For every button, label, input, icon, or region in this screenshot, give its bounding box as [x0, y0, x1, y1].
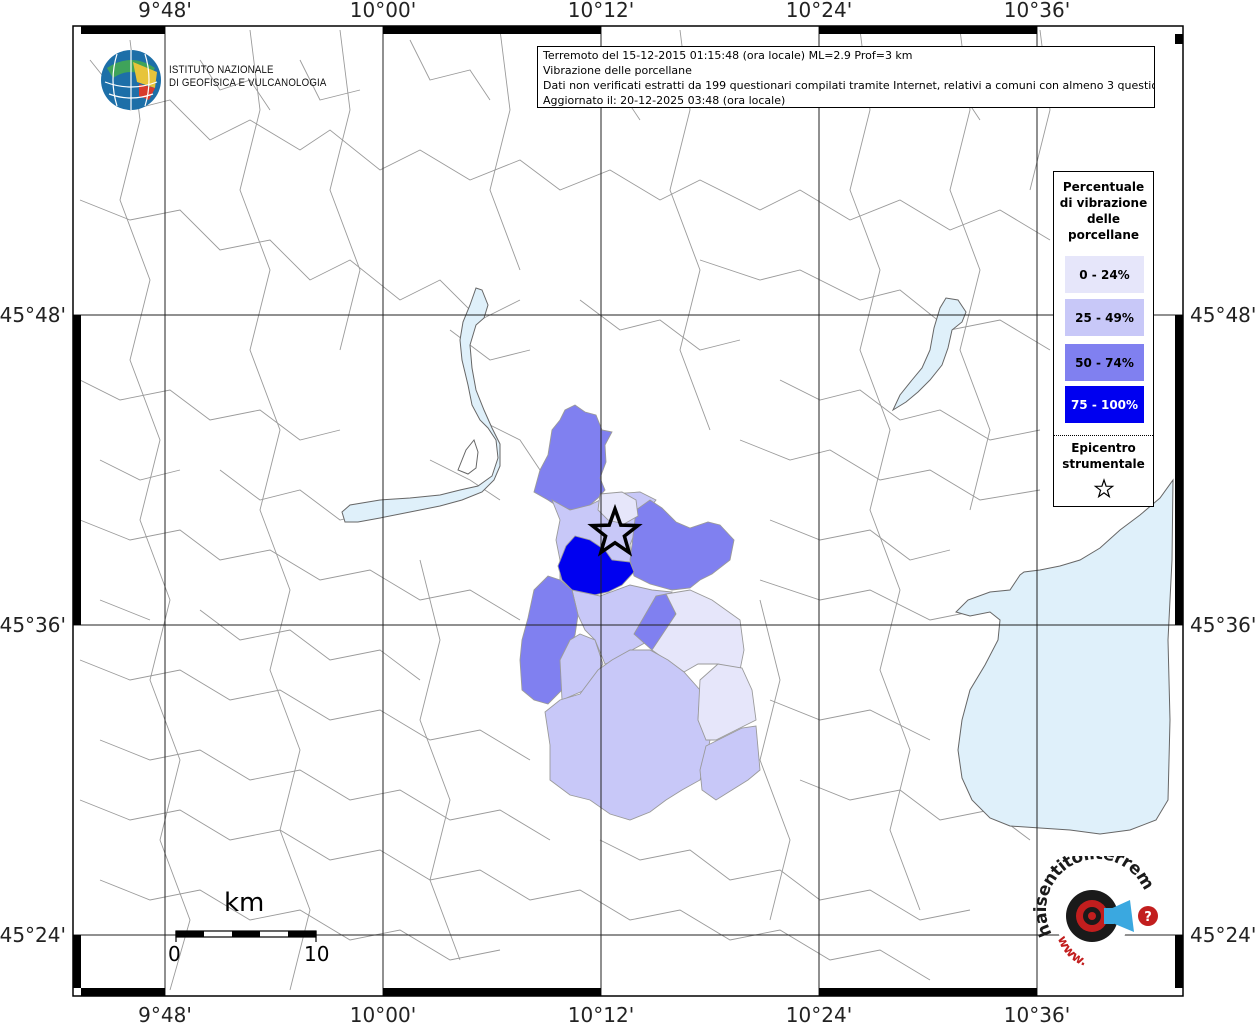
legend: Percentuale di vibrazione delle porcella…	[1053, 171, 1154, 507]
right-lat-label: 45°48'	[1190, 303, 1256, 327]
ingv-name-line: DI GEOFISICA E VULCANOLOGIA	[169, 77, 327, 89]
top-lon-labels: 9°48' 10°00' 10°12' 10°24' 10°36'	[138, 0, 1070, 22]
top-lon-label: 10°00'	[350, 0, 416, 22]
haisentito-logo-graphic: ? haisentitoilterremoto.it www.	[1024, 841, 1158, 970]
legend-class-75-100: 75 - 100%	[1065, 386, 1144, 423]
scale-start: 0	[168, 942, 181, 966]
legend-title-line: delle	[1086, 212, 1121, 226]
legend-title-line: Percentuale	[1062, 180, 1145, 194]
legend-title-line: di vibrazione	[1059, 196, 1148, 210]
event-parameter: Vibrazione delle porcellane	[543, 64, 692, 77]
bottom-lon-label: 9°48'	[138, 1003, 192, 1024]
scale-unit: km	[224, 888, 265, 918]
bottom-lon-label: 10°00'	[350, 1003, 416, 1024]
event-info-box: Terremoto del 15-12-2015 01:15:48 (ora l…	[537, 46, 1155, 108]
left-lat-label: 45°48'	[0, 303, 66, 327]
legend-class-25-49: 25 - 49%	[1065, 299, 1144, 336]
right-lat-label: 45°24'	[1190, 923, 1256, 947]
bottom-lon-label: 10°24'	[786, 1003, 852, 1024]
ingv-name-line: ISTITUTO NAZIONALE	[169, 64, 274, 76]
haisentito-logo: ? haisentitoilterremoto.it www.	[1024, 841, 1170, 976]
left-lat-labels: 45°48' 45°36' 45°24'	[0, 303, 66, 947]
top-lon-label: 10°24'	[786, 0, 852, 22]
top-lon-label: 9°48'	[138, 0, 192, 22]
right-lat-labels: 45°48' 45°36' 45°24'	[1190, 303, 1256, 947]
legend-title-line: porcellane	[1067, 228, 1139, 242]
bottom-lon-label: 10°36'	[1004, 1003, 1070, 1024]
scale-bar: km 0 10	[160, 888, 340, 978]
legend-class-50-74: 50 - 74%	[1065, 344, 1144, 381]
legend-title: Percentuale di vibrazione delle porcella…	[1054, 179, 1153, 243]
event-title: Terremoto del 15-12-2015 01:15:48 (ora l…	[543, 49, 913, 62]
top-lon-label: 10°12'	[568, 0, 634, 22]
legend-epicenter-line: Epicentro	[1071, 441, 1136, 455]
star-outline-icon	[1093, 478, 1115, 499]
bottom-lon-labels: 9°48' 10°00' 10°12' 10°24' 10°36'	[138, 1003, 1070, 1024]
legend-epicenter-line: strumentale	[1062, 457, 1145, 471]
legend-class-0-24: 0 - 24%	[1065, 256, 1144, 293]
ingv-name: ISTITUTO NAZIONALE DI GEOFISICA E VULCAN…	[169, 64, 327, 90]
legend-epicenter-label: Epicentro strumentale	[1054, 440, 1153, 472]
right-lat-label: 45°36'	[1190, 613, 1256, 637]
bottom-lon-label: 10°12'	[568, 1003, 634, 1024]
left-lat-label: 45°36'	[0, 613, 66, 637]
info-mark-icon: ?	[1144, 910, 1152, 925]
legend-divider	[1054, 435, 1153, 436]
left-lat-label: 45°24'	[0, 923, 66, 947]
globe-icon	[101, 50, 161, 110]
scale-end: 10	[304, 942, 330, 966]
ingv-logo: ISTITUTO NAZIONALE DI GEOFISICA E VULCAN…	[99, 46, 326, 112]
event-updated: Aggiornato il: 20-12-2025 03:48 (ora loc…	[543, 94, 786, 107]
top-lon-label: 10°36'	[1004, 0, 1070, 22]
event-data-note: Dati non verificati estratti da 199 ques…	[543, 79, 1155, 92]
